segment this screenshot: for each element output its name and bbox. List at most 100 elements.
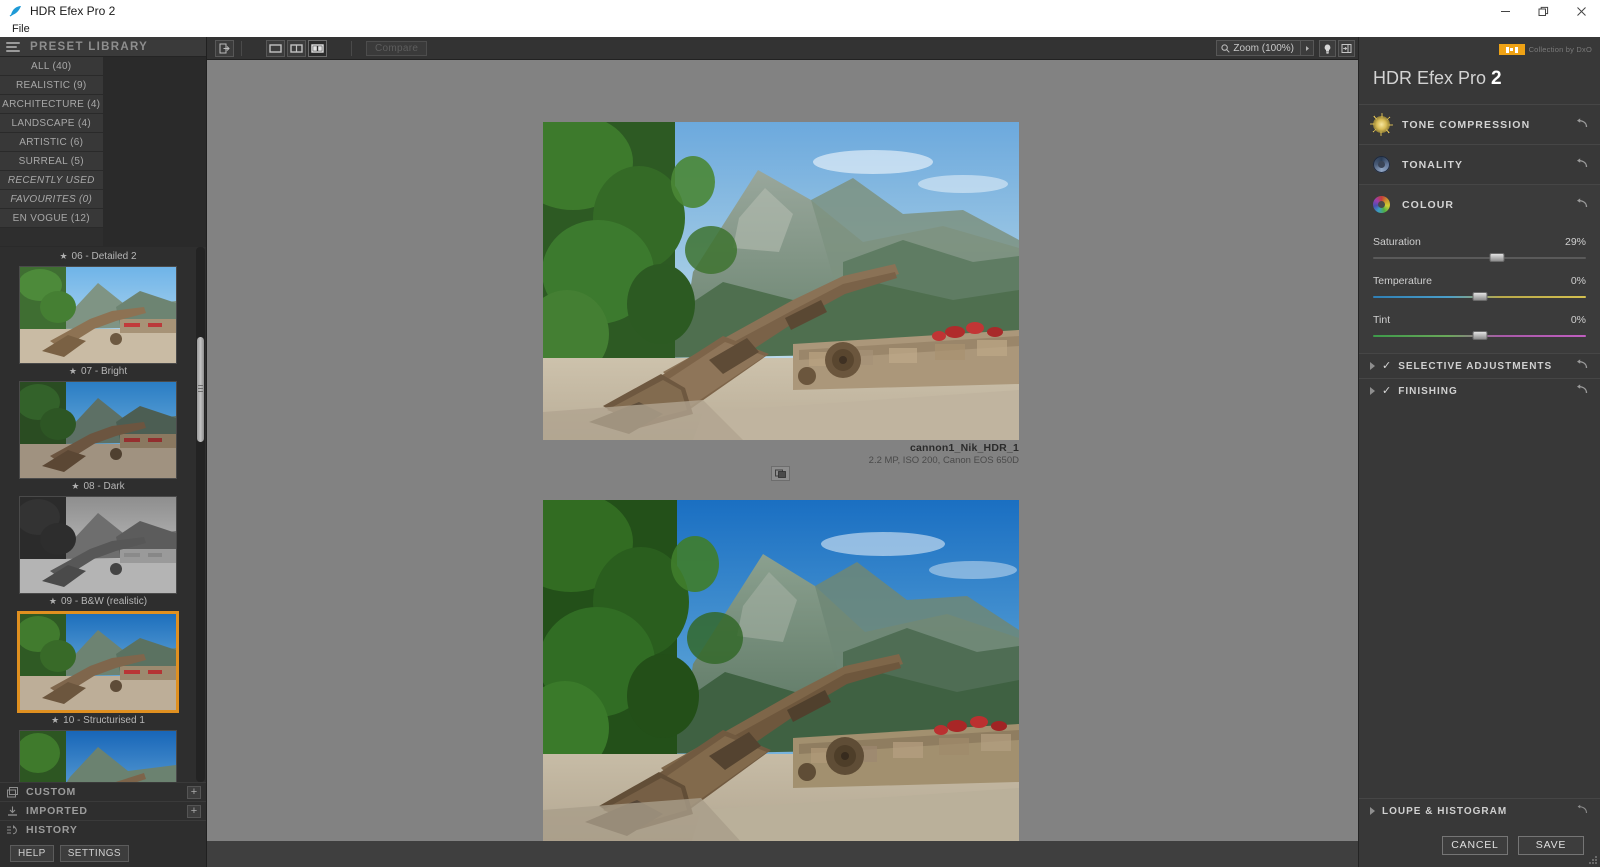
scrollbar-thumb[interactable] <box>197 337 204 442</box>
chevron-right-icon[interactable] <box>1370 387 1375 395</box>
maximize-button[interactable] <box>1524 0 1562 22</box>
category-all[interactable]: ALL (40) <box>0 57 104 76</box>
section-finishing[interactable]: ✓ FINISHING <box>1359 378 1600 403</box>
star-icon[interactable]: ★ <box>59 252 67 261</box>
cancel-button[interactable]: CANCEL <box>1442 835 1508 855</box>
section-label: COLOUR <box>1402 198 1455 211</box>
import-icon <box>6 805 19 818</box>
category-recently-used[interactable]: RECENTLY USED <box>0 171 104 190</box>
add-imported-preset-button[interactable]: + <box>187 805 201 818</box>
list-item[interactable]: ★ 10 - Structurised 1 <box>0 611 196 728</box>
reset-colour-icon[interactable] <box>1575 196 1588 214</box>
zoom-field[interactable]: Zoom (100%) <box>1216 40 1301 56</box>
list-item[interactable] <box>0 730 196 782</box>
sidebar-item-history[interactable]: HISTORY <box>0 820 206 839</box>
view-mode-group <box>265 39 328 57</box>
preset-label-row: ★ 09 - B&W (realistic) <box>0 594 196 609</box>
reset-loupe-icon[interactable] <box>1575 802 1588 820</box>
preset-thumbnail[interactable] <box>19 266 177 364</box>
brand-tagline: Collection by DxO <box>1528 45 1592 54</box>
category-en-vogue[interactable]: EN VOGUE (12) <box>0 209 104 228</box>
category-surreal[interactable]: SURREAL (5) <box>0 152 104 171</box>
temperature-slider-knob[interactable] <box>1472 292 1487 301</box>
category-landscape[interactable]: LANDSCAPE (4) <box>0 114 104 133</box>
window-resize-grip[interactable] <box>1588 855 1598 865</box>
toolbar-right-group <box>1319 40 1355 57</box>
panel-toggle-button[interactable] <box>1338 40 1355 57</box>
settings-button[interactable]: SETTINGS <box>59 844 129 862</box>
original-image-container[interactable] <box>543 500 1019 841</box>
list-item[interactable]: ★ 09 - B&W (realistic) <box>0 496 196 609</box>
compare-swap-button[interactable] <box>771 466 790 481</box>
section-colour[interactable]: COLOUR <box>1359 184 1600 224</box>
category-realistic[interactable]: REALISTIC (9) <box>0 76 104 95</box>
sidebar-item-imported[interactable]: IMPORTED + <box>0 801 206 820</box>
star-icon[interactable]: ★ <box>49 597 57 606</box>
preset-thumbnail[interactable] <box>19 381 177 479</box>
minimize-button[interactable] <box>1486 0 1524 22</box>
preset-thumbnail[interactable] <box>19 730 177 782</box>
compare-swap-icon <box>775 469 786 478</box>
slider-value: 0% <box>1570 275 1586 287</box>
star-icon[interactable]: ★ <box>69 367 77 376</box>
brightness-icon-button[interactable] <box>1319 40 1336 57</box>
saturation-slider-row: Saturation 29% <box>1373 236 1586 262</box>
section-label: FINISHING <box>1398 385 1458 397</box>
window-titlebar: HDR Efex Pro 2 <box>0 0 1600 22</box>
star-icon[interactable]: ★ <box>51 716 59 725</box>
preset-thumbnail[interactable] <box>19 496 177 594</box>
preset-name: 10 - Structurised 1 <box>63 715 145 726</box>
sun-icon <box>1373 116 1390 133</box>
saturation-slider-knob[interactable] <box>1489 253 1505 262</box>
save-button[interactable]: SAVE <box>1518 835 1584 855</box>
export-image-button[interactable] <box>215 39 234 57</box>
tint-slider-knob[interactable] <box>1472 331 1487 340</box>
side-by-side-view-button[interactable] <box>308 39 327 57</box>
reset-finishing-icon[interactable] <box>1575 382 1588 400</box>
list-item[interactable]: ★ 08 - Dark <box>0 381 196 494</box>
zoom-dropdown-arrow[interactable] <box>1301 40 1314 56</box>
image-canvas[interactable]: cannon1_Nik_HDR_1 2.2 MP, ISO 200, Canon… <box>207 60 1358 841</box>
saturation-slider-track[interactable] <box>1373 253 1586 262</box>
panel-action-bar: CANCEL SAVE <box>1359 823 1600 867</box>
category-architecture[interactable]: ARCHITECTURE (4) <box>0 95 104 114</box>
section-label: CUSTOM <box>26 786 77 798</box>
category-artistic[interactable]: ARTISTIC (6) <box>0 133 104 152</box>
selective-adjustments-checkbox[interactable]: ✓ <box>1382 360 1391 372</box>
nik-logo-icon <box>1498 44 1525 55</box>
hamburger-icon[interactable] <box>6 41 22 52</box>
compare-button[interactable]: Compare <box>366 40 428 56</box>
sidebar-item-custom[interactable]: CUSTOM + <box>0 782 206 801</box>
section-selective-adjustments[interactable]: ✓ SELECTIVE ADJUSTMENTS <box>1359 353 1600 378</box>
section-tone-compression[interactable]: TONE COMPRESSION <box>1359 104 1600 144</box>
section-tonality[interactable]: TONALITY <box>1359 144 1600 184</box>
processed-image-container[interactable]: cannon1_Nik_HDR_1 2.2 MP, ISO 200, Canon… <box>543 122 1019 466</box>
chevron-right-icon[interactable] <box>1370 362 1375 370</box>
list-item[interactable]: ★ 06 - Detailed 2 <box>0 249 196 264</box>
star-icon[interactable]: ★ <box>71 482 79 491</box>
preset-thumbnail-selected[interactable] <box>17 611 179 713</box>
split-view-button[interactable] <box>287 39 306 57</box>
processed-image <box>543 122 1019 440</box>
close-button[interactable] <box>1562 0 1600 22</box>
toolbar-divider <box>241 40 242 56</box>
reset-selective-adjustments-icon[interactable] <box>1575 357 1588 375</box>
finishing-checkbox[interactable]: ✓ <box>1382 385 1391 397</box>
category-favourites[interactable]: FAVOURITES (0) <box>0 190 104 209</box>
add-custom-preset-button[interactable]: + <box>187 786 201 799</box>
single-view-button[interactable] <box>266 39 285 57</box>
reset-tonality-icon[interactable] <box>1575 156 1588 174</box>
toolbar-divider <box>351 40 352 56</box>
tint-slider-row: Tint 0% <box>1373 314 1586 340</box>
slider-label: Temperature <box>1373 275 1432 287</box>
reset-tone-compression-icon[interactable] <box>1575 116 1588 134</box>
chevron-right-icon[interactable] <box>1370 807 1375 815</box>
tint-slider-track[interactable] <box>1373 331 1586 340</box>
help-button[interactable]: HELP <box>10 844 54 862</box>
preset-list-scrollbar[interactable] <box>196 247 205 782</box>
section-loupe-histogram[interactable]: LOUPE & HISTOGRAM <box>1359 798 1600 823</box>
list-item[interactable]: ★ 07 - Bright <box>0 266 196 379</box>
image-filename: cannon1_Nik_HDR_1 <box>909 442 1019 454</box>
temperature-slider-track[interactable] <box>1373 292 1586 301</box>
menu-item-file[interactable]: File <box>8 22 34 37</box>
